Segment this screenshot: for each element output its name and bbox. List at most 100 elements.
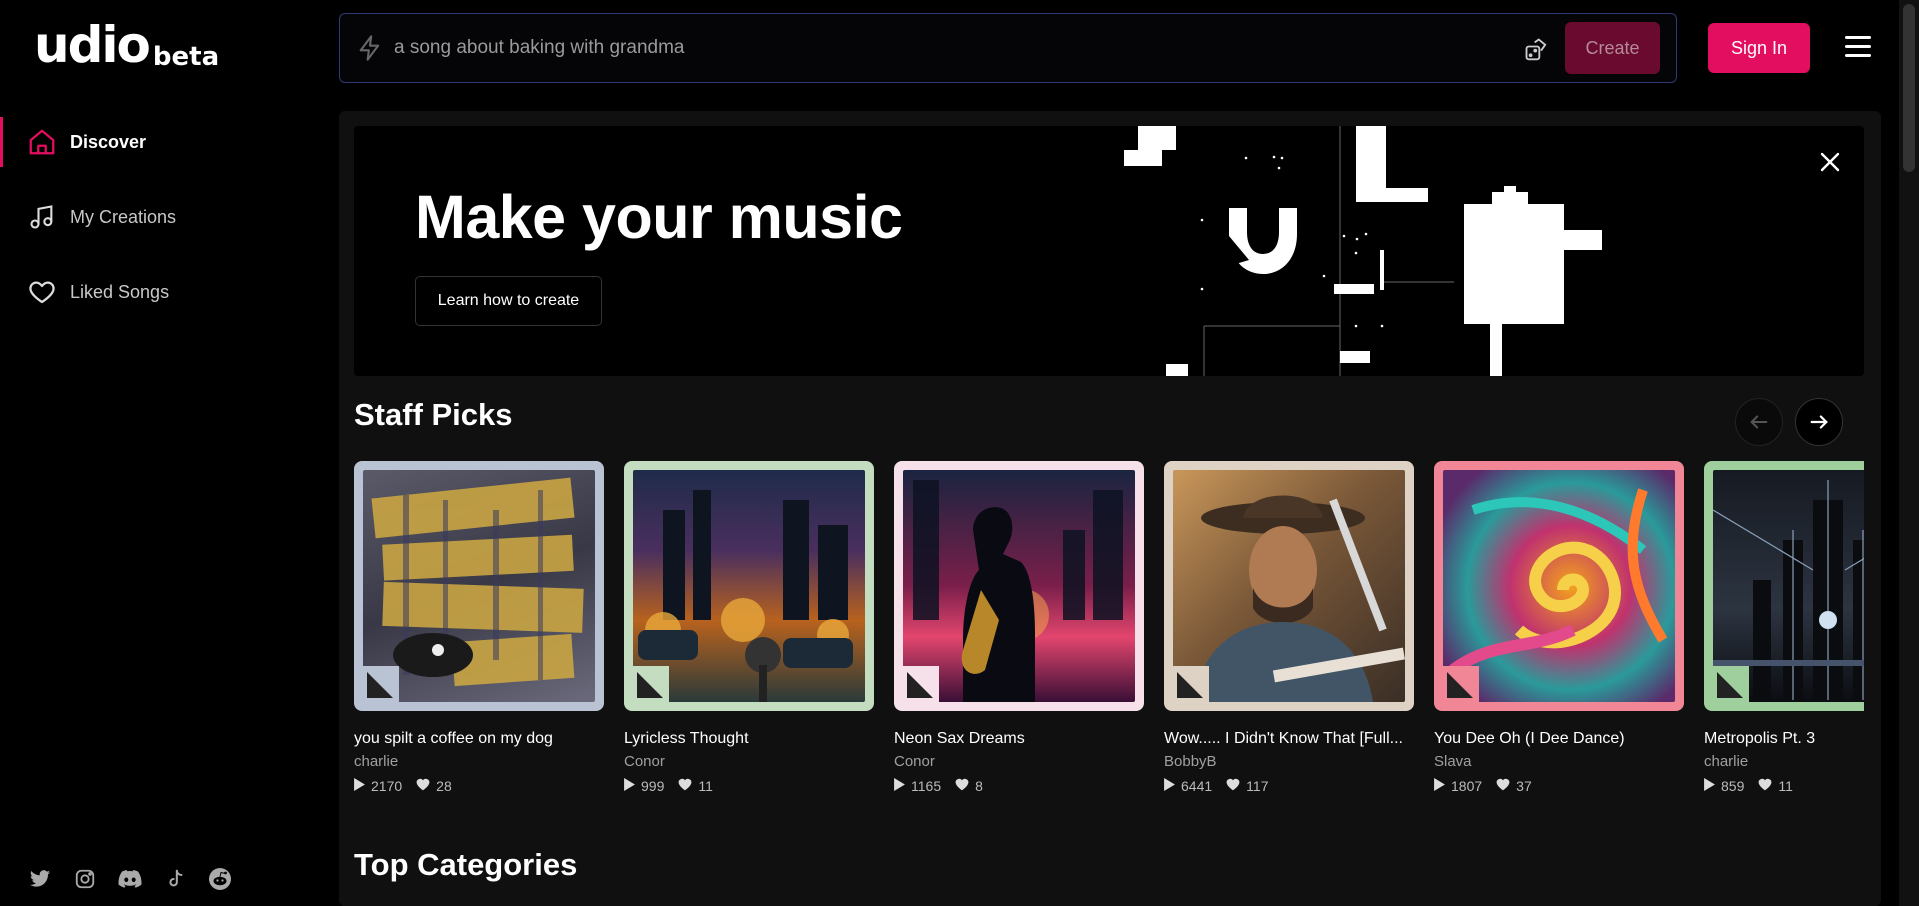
song-card[interactable]: you spilt a coffee on my dog charlie 217… — [354, 461, 604, 791]
play-icon — [1434, 778, 1445, 791]
song-artist[interactable]: Conor — [624, 753, 874, 770]
song-stats: 1165 8 — [894, 778, 1144, 791]
carousel-prev-button[interactable] — [1735, 398, 1783, 446]
song-artwork[interactable] — [1704, 461, 1864, 711]
hamburger-menu-icon[interactable] — [1845, 36, 1871, 58]
random-prompt-icon[interactable] — [1523, 36, 1551, 64]
song-artwork[interactable] — [894, 461, 1144, 711]
song-title[interactable]: Neon Sax Dreams — [894, 730, 1144, 748]
heart-icon — [1226, 778, 1240, 791]
carousel-next-button[interactable] — [1795, 398, 1843, 446]
song-card[interactable]: Lyricless Thought Conor 999 11 — [624, 461, 874, 791]
sidebar-item-discover[interactable]: Discover — [0, 117, 338, 167]
song-artwork[interactable] — [1164, 461, 1414, 711]
heart-icon — [1496, 778, 1510, 791]
like-count: 11 — [1778, 778, 1793, 791]
play-count: 2170 — [371, 778, 403, 791]
song-stats: 859 11 — [1704, 778, 1864, 791]
song-card[interactable]: You Dee Oh (I Dee Dance) Slava 1807 37 — [1434, 461, 1684, 791]
sidebar-item-liked-songs[interactable]: Liked Songs — [0, 267, 338, 317]
main-panel: Make your music Learn how to create Staf… — [339, 111, 1881, 906]
song-title[interactable]: You Dee Oh (I Dee Dance) — [1434, 730, 1684, 748]
song-artist[interactable]: Slava — [1434, 753, 1684, 770]
song-card[interactable]: Wow..... I Didn't Know That [Full... Bob… — [1164, 461, 1414, 791]
social-links — [28, 867, 232, 891]
play-count: 999 — [641, 778, 665, 791]
play-icon — [354, 778, 365, 791]
hero-title: Make your music — [415, 183, 903, 251]
scrollbar-thumb[interactable] — [1903, 4, 1915, 172]
create-button[interactable]: Create — [1565, 22, 1660, 74]
like-count: 8 — [975, 778, 983, 791]
sidebar: udio beta Discover My Creations Liked So… — [0, 0, 338, 906]
sidebar-nav: Discover My Creations Liked Songs — [0, 117, 338, 342]
song-title[interactable]: Metropolis Pt. 3 — [1704, 730, 1864, 748]
music-note-icon — [26, 201, 58, 233]
play-count: 1807 — [1451, 778, 1483, 791]
tiktok-icon[interactable] — [163, 867, 187, 891]
song-artist[interactable]: Conor — [894, 753, 1144, 770]
play-icon — [894, 778, 905, 791]
prompt-input[interactable] — [394, 32, 1444, 64]
sidebar-item-label: Discover — [70, 131, 147, 152]
song-title[interactable]: you spilt a coffee on my dog — [354, 730, 604, 748]
song-artist[interactable]: BobbyB — [1164, 753, 1414, 770]
song-card[interactable]: Metropolis Pt. 3 charlie 859 11 — [1704, 461, 1864, 791]
heart-icon — [955, 778, 969, 791]
like-count: 37 — [1516, 778, 1532, 791]
heart-icon — [26, 276, 58, 308]
udio-corner-icon — [1443, 666, 1479, 702]
like-count: 117 — [1246, 778, 1269, 791]
heart-icon — [1758, 778, 1772, 791]
twitter-icon[interactable] — [28, 867, 52, 891]
bolt-icon — [356, 33, 384, 68]
play-icon — [624, 778, 635, 791]
sign-in-button[interactable]: Sign In — [1708, 23, 1810, 73]
song-artwork[interactable] — [624, 461, 874, 711]
udio-corner-icon — [1713, 666, 1749, 702]
close-banner-icon[interactable] — [1818, 150, 1842, 174]
heart-icon — [416, 778, 430, 791]
song-title[interactable]: Lyricless Thought — [624, 730, 874, 748]
logo-beta-badge: beta — [152, 42, 220, 72]
logo-wordmark: udio — [34, 16, 151, 74]
page-scrollbar[interactable] — [1899, 0, 1919, 906]
hero-pixel-art — [1124, 126, 1602, 376]
song-title[interactable]: Wow..... I Didn't Know That [Full... — [1164, 730, 1414, 748]
sidebar-item-my-creations[interactable]: My Creations — [0, 192, 338, 242]
top-categories-title: Top Categories — [354, 847, 578, 882]
discord-icon[interactable] — [118, 867, 142, 891]
play-count: 1165 — [911, 778, 942, 791]
sidebar-item-label: My Creations — [70, 206, 177, 227]
play-icon — [1704, 778, 1715, 791]
play-icon — [1164, 778, 1175, 791]
play-count: 6441 — [1181, 778, 1213, 791]
udio-corner-icon — [903, 666, 939, 702]
hero-banner: Make your music Learn how to create — [354, 126, 1864, 376]
song-artist[interactable]: charlie — [354, 753, 604, 770]
song-stats: 2170 28 — [354, 778, 604, 791]
udio-corner-icon — [1173, 666, 1209, 702]
like-count: 28 — [436, 778, 452, 791]
app-root: udio beta Discover My Creations Liked So… — [0, 0, 1919, 906]
song-stats: 6441 117 — [1164, 778, 1414, 791]
staff-picks-title: Staff Picks — [354, 397, 513, 432]
song-artwork[interactable] — [1434, 461, 1684, 711]
learn-how-button[interactable]: Learn how to create — [415, 276, 602, 326]
home-icon — [26, 126, 58, 158]
udio-corner-icon — [363, 666, 399, 702]
song-stats: 1807 37 — [1434, 778, 1684, 791]
heart-icon — [678, 778, 692, 791]
sidebar-item-label: Liked Songs — [70, 281, 170, 302]
song-card[interactable]: Neon Sax Dreams Conor 1165 8 — [894, 461, 1144, 791]
song-stats: 999 11 — [624, 778, 874, 791]
staff-picks-carousel: you spilt a coffee on my dog charlie 217… — [354, 461, 1864, 791]
udio-logo[interactable]: udio beta — [34, 16, 220, 74]
song-artist[interactable]: charlie — [1704, 753, 1864, 770]
like-count: 11 — [698, 778, 713, 791]
song-artwork[interactable] — [354, 461, 604, 711]
reddit-icon[interactable] — [208, 867, 232, 891]
play-count: 859 — [1721, 778, 1745, 791]
prompt-bar: Create — [339, 13, 1677, 83]
instagram-icon[interactable] — [73, 867, 97, 891]
